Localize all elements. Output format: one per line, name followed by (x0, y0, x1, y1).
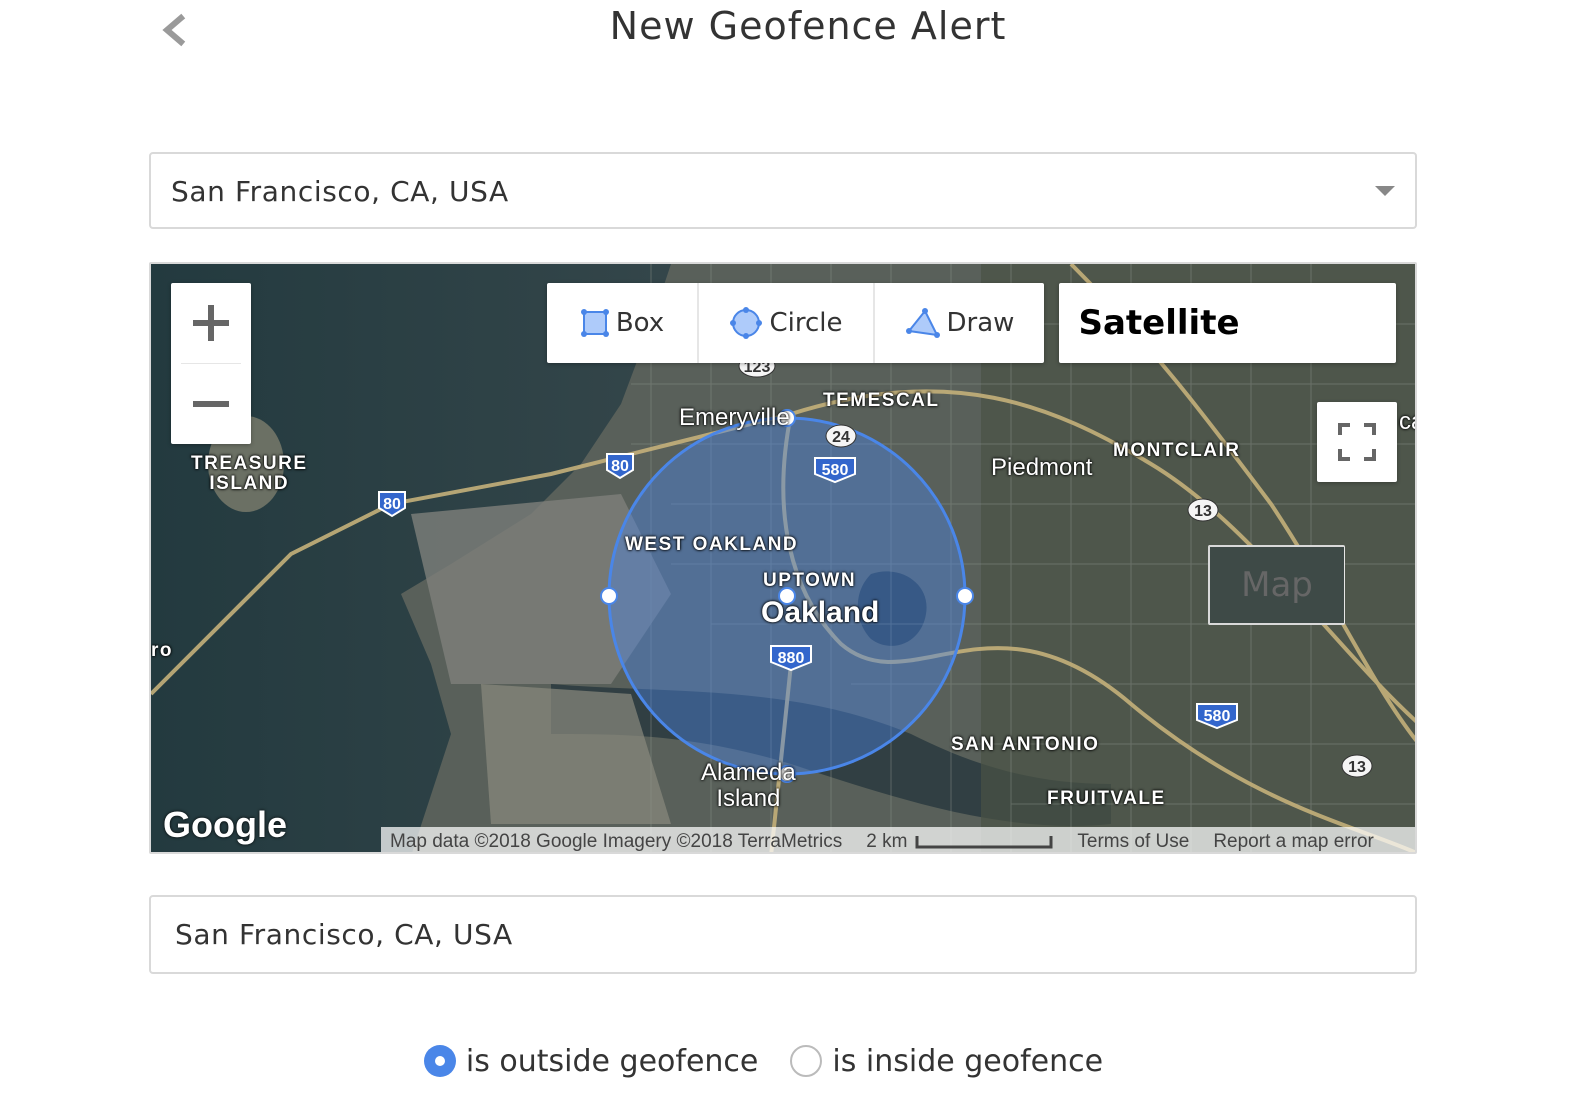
map-data-credit: Map data ©2018 Google Imagery ©2018 Terr… (390, 830, 843, 852)
radio-selected-icon (423, 1045, 456, 1077)
outside-geofence-label: is outside geofence (465, 1043, 759, 1079)
drawing-tools: Box Circle Draw (547, 283, 1044, 363)
location-input[interactable] (149, 895, 1417, 974)
map-attribution-bar: Map data ©2018 Google Imagery ©2018 Terr… (381, 827, 1415, 853)
svg-text:880: 880 (778, 650, 805, 667)
zoom-out-button[interactable] (171, 364, 251, 444)
scale-label: 2 km (866, 830, 908, 852)
highway-shield-24: 24 (825, 424, 857, 448)
label-uptown: UPTOWN (763, 570, 857, 591)
svg-text:13: 13 (1194, 503, 1212, 520)
inside-geofence-label: is inside geofence (832, 1043, 1104, 1079)
box-tool-button[interactable]: Box (547, 283, 699, 363)
fullscreen-button[interactable] (1317, 402, 1397, 482)
label-alameda-island: Alameda Island (701, 759, 796, 812)
label-piedmont: Piedmont (991, 454, 1093, 481)
label-temescal: TEMESCAL (823, 390, 940, 411)
svg-text:80: 80 (611, 458, 629, 475)
highway-shield-13a: 13 (1187, 498, 1219, 522)
svg-text:13: 13 (1348, 759, 1366, 776)
highway-shield-13b: 13 (1341, 754, 1373, 778)
box-tool-label: Box (615, 308, 665, 338)
report-map-error-link[interactable]: Report a map error (1213, 831, 1374, 853)
map-view[interactable]: 80 80 580 24 123 880 13 580 13 TREASURE … (149, 262, 1417, 854)
label-treasure-island: TREASURE ISLAND (191, 453, 308, 494)
svg-text:580: 580 (1204, 708, 1231, 725)
label-fruitvale: FRUITVALE (1047, 788, 1166, 809)
zoom-control (171, 283, 251, 444)
polygon-draw-icon (905, 308, 940, 338)
location-select[interactable]: San Francisco, CA, USA (149, 152, 1417, 229)
map-type-map-button[interactable]: Map (1208, 545, 1345, 625)
draw-tool-button[interactable]: Draw (875, 283, 1044, 363)
label-oakland: Oakland (761, 596, 880, 629)
label-san-antonio: SAN ANTONIO (951, 734, 1100, 755)
circle-tool-button[interactable]: Circle (699, 283, 875, 363)
svg-text:24: 24 (832, 429, 850, 446)
map-type-satellite-button[interactable]: Satellite (1059, 283, 1259, 363)
outside-geofence-radio[interactable]: is outside geofence (423, 1036, 759, 1086)
label-emeryville: Emeryville (679, 404, 790, 431)
radio-unselected-icon (790, 1045, 823, 1077)
label-edge-left: ro (151, 640, 173, 661)
terms-of-use-link[interactable]: Terms of Use (1077, 831, 1189, 853)
label-edge-right: ca (1399, 408, 1415, 435)
zoom-in-button[interactable] (171, 283, 251, 363)
draw-tool-label: Draw (946, 308, 1015, 338)
circle-tool-label: Circle (769, 308, 843, 338)
inside-geofence-radio[interactable]: is inside geofence (790, 1036, 1103, 1086)
google-logo: Google (163, 804, 287, 845)
label-montclair: MONTCLAIR (1113, 440, 1241, 461)
fullscreen-icon (1338, 423, 1376, 461)
svg-text:580: 580 (822, 462, 849, 479)
map-type-control: Map Satellite (1059, 283, 1396, 625)
scale-bar (915, 835, 1053, 848)
circle-select-icon (730, 307, 763, 339)
box-select-icon (580, 309, 609, 337)
svg-text:80: 80 (383, 496, 401, 513)
location-select-value: San Francisco, CA, USA (171, 175, 509, 208)
plus-icon (193, 305, 229, 341)
alert-condition-group: is outside geofence is inside geofence (0, 1036, 1583, 1086)
label-west-oakland: WEST OAKLAND (625, 534, 799, 555)
page-title: New Geofence Alert (609, 4, 1007, 48)
caret-down-icon (1375, 186, 1395, 196)
minus-icon (193, 401, 229, 407)
